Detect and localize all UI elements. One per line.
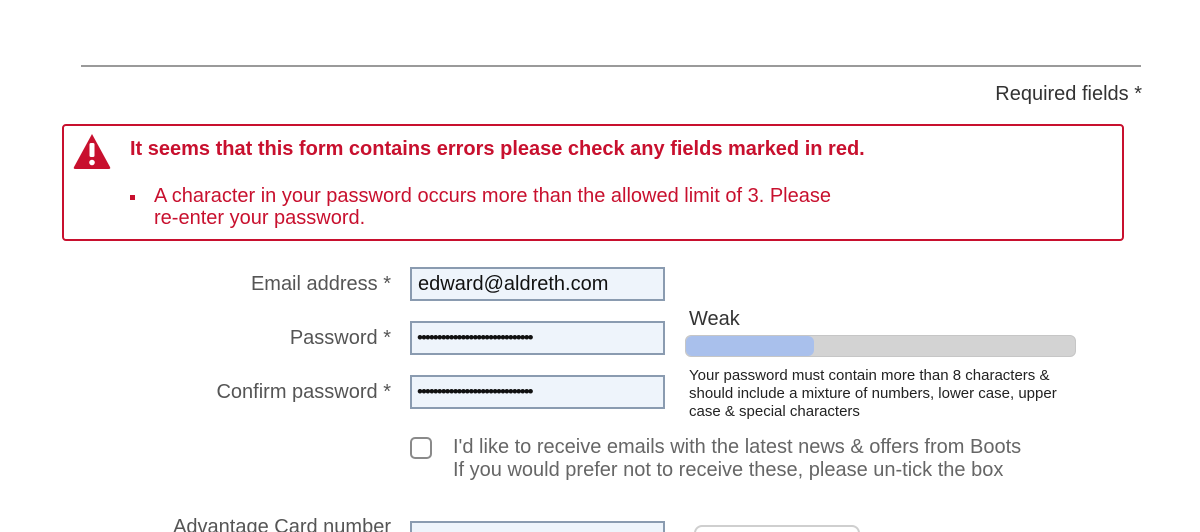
registration-form-page: Required fields * It seems that this for…	[0, 0, 1200, 532]
password-strength-label: Weak	[689, 308, 740, 330]
advantage-card-button[interactable]	[694, 525, 860, 532]
error-item-text: A character in your password occurs more…	[154, 185, 831, 229]
password-strength-meter	[685, 335, 1076, 357]
header-divider	[81, 65, 1141, 67]
advantage-card-label: Advantage Card number	[173, 516, 391, 532]
error-title: It seems that this form contains errors …	[130, 138, 865, 160]
required-fields-note: Required fields *	[995, 83, 1142, 105]
marketing-opt-in-checkbox[interactable]	[410, 437, 432, 459]
email-label: Email address *	[250, 273, 391, 295]
marketing-opt-in-text: I'd like to receive emails with the late…	[453, 436, 1021, 482]
error-panel: It seems that this form contains errors …	[62, 124, 1124, 241]
confirm-password-field[interactable]	[410, 375, 665, 409]
marketing-opt-in-line2: If you would prefer not to receive these…	[453, 459, 1004, 481]
password-hint: Your password must contain more than 8 c…	[689, 367, 1057, 420]
password-label: Password *	[289, 327, 391, 349]
warning-triangle-icon	[73, 134, 111, 169]
marketing-opt-in-line1: I'd like to receive emails with the late…	[453, 436, 1022, 458]
error-item: A character in your password occurs more…	[130, 185, 854, 229]
advantage-card-field[interactable]	[410, 521, 665, 532]
password-field[interactable]	[410, 321, 665, 355]
email-field[interactable]	[410, 267, 665, 301]
error-list: A character in your password occurs more…	[130, 185, 854, 229]
confirm-password-label: Confirm password *	[216, 381, 391, 403]
bullet-icon	[130, 195, 135, 200]
password-strength-fill	[686, 336, 815, 356]
